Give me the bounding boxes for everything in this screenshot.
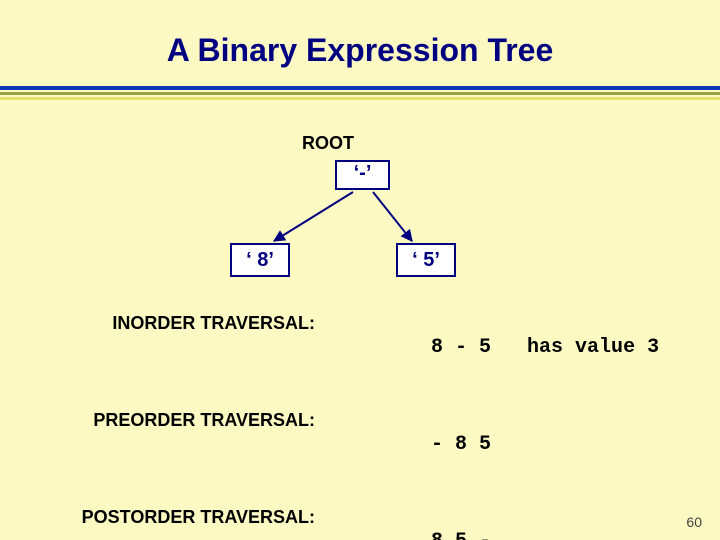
traversal-label: PREORDER TRAVERSAL:: [40, 410, 335, 431]
page-number: 60: [686, 514, 702, 530]
slide: A Binary Expression Tree ROOT ‘-’ ‘ 8’ ‘…: [0, 0, 720, 540]
traversal-expr: 8 5 -: [431, 530, 491, 540]
traversal-expr: 8 - 5: [431, 336, 491, 359]
slide-title: A Binary Expression Tree: [0, 32, 720, 69]
traversal-row-postorder: POSTORDER TRAVERSAL: 8 5 -: [40, 507, 680, 540]
rule-bar-mid: [0, 92, 720, 95]
traversal-value: 8 - 5 has value 3: [335, 313, 659, 382]
rule-bar-top: [0, 86, 720, 90]
tree-node-left: ‘ 8’: [230, 243, 290, 277]
traversal-row-inorder: INORDER TRAVERSAL: 8 - 5 has value 3: [40, 313, 680, 382]
rule-bar-bot: [0, 97, 720, 100]
traversal-label: POSTORDER TRAVERSAL:: [40, 507, 335, 528]
edge-root-left: [274, 192, 353, 241]
traversal-expr: - 8 5: [431, 433, 491, 456]
traversal-row-preorder: PREORDER TRAVERSAL: - 8 5: [40, 410, 680, 479]
traversal-note: has value 3: [527, 336, 659, 359]
traversal-label: INORDER TRAVERSAL:: [40, 313, 335, 334]
title-rule: [0, 84, 720, 100]
traversal-value: - 8 5: [335, 410, 491, 479]
edge-root-right: [373, 192, 412, 241]
tree-node-right: ‘ 5’: [396, 243, 456, 277]
traversal-gap: [491, 336, 527, 359]
traversal-list: INORDER TRAVERSAL: 8 - 5 has value 3 PRE…: [40, 313, 680, 540]
tree-node-root: ‘-’: [335, 160, 390, 190]
traversal-value: 8 5 -: [335, 507, 491, 540]
root-label: ROOT: [302, 133, 354, 154]
